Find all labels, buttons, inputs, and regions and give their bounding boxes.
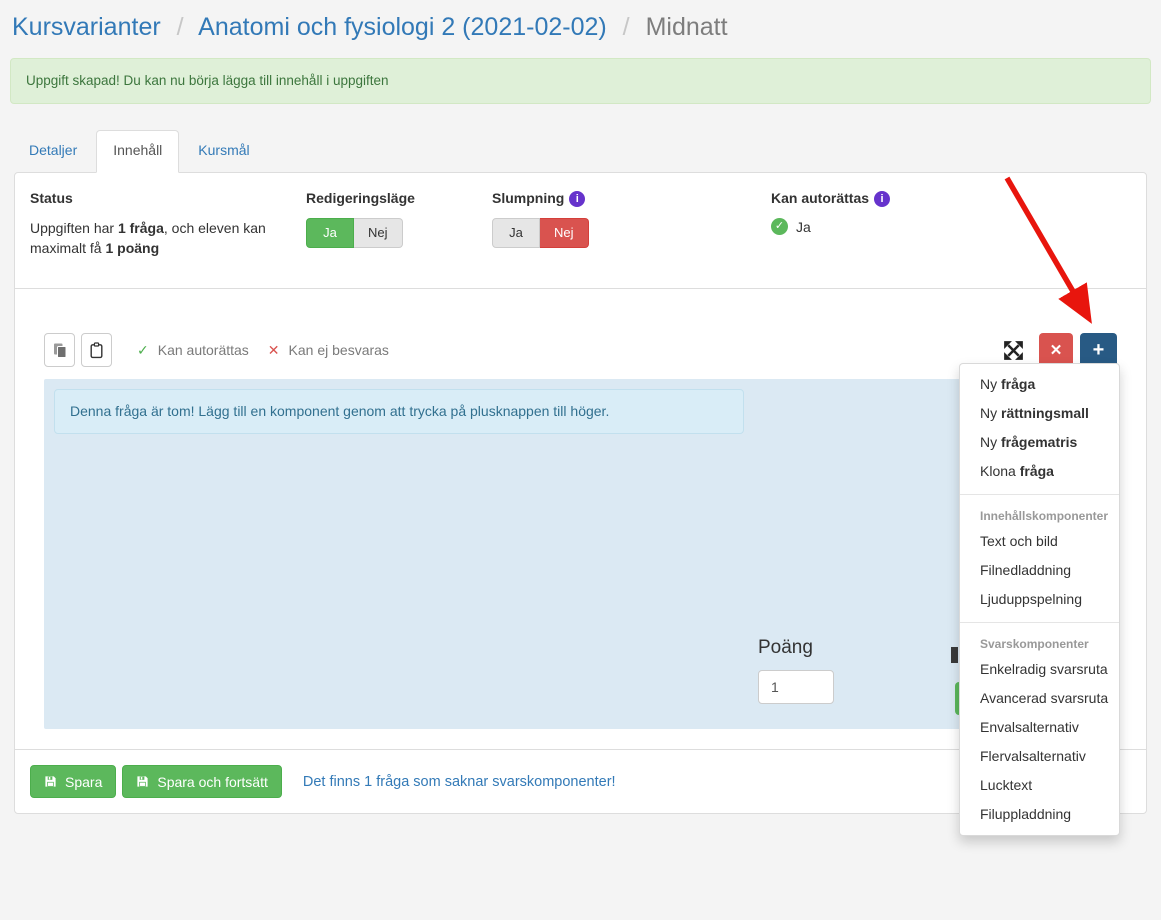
autocorrect-badge: ✓ Kan autorättas <box>137 342 249 359</box>
add-component-button[interactable]: + <box>1080 333 1117 367</box>
autocorrect-value-text: Ja <box>796 219 811 235</box>
editmode-toggle-no[interactable]: Nej <box>354 218 403 248</box>
tab-bar: Detaljer Innehåll Kursmål <box>12 130 1149 172</box>
breadcrumb-kursvarianter[interactable]: Kursvarianter <box>12 13 161 41</box>
toolbar-right: ✕ + <box>1001 333 1117 367</box>
autocorrect-heading-text: Kan autorättas <box>771 190 869 206</box>
menu-item-avancerad-svarsruta[interactable]: Avancerad svarsruta <box>960 684 1119 713</box>
menu-item-text: Ny <box>980 376 1001 392</box>
tab-kursmal[interactable]: Kursmål <box>181 130 266 172</box>
randomization-heading-text: Slumpning <box>492 190 564 206</box>
expand-button[interactable] <box>1001 338 1026 363</box>
menu-item-bold: fråga <box>1001 376 1035 392</box>
menu-divider <box>960 494 1119 495</box>
floppy-icon <box>44 775 57 788</box>
empty-question-region: Denna fråga är tom! Lägg till en kompone… <box>44 379 1117 729</box>
editmode-toggle: Ja Nej <box>306 218 403 248</box>
randomization-heading: Slumpning i <box>492 189 771 207</box>
paste-button[interactable] <box>81 333 112 367</box>
clipboard-icon <box>89 342 104 359</box>
menu-item-text: Klona <box>980 463 1020 479</box>
points-label: Poäng <box>758 637 834 659</box>
breadcrumb-separator: / <box>623 13 630 41</box>
menu-item-ny-fraga[interactable]: Ny fråga <box>960 370 1119 399</box>
status-question-count: 1 fråga <box>118 220 164 236</box>
randomization-toggle: Ja Nej <box>492 218 589 248</box>
x-icon: ✕ <box>268 342 280 359</box>
copy-button[interactable] <box>44 333 75 367</box>
menu-item-flervalsalternativ[interactable]: Flervalsalternativ <box>960 742 1119 771</box>
menu-item-filuppladdning[interactable]: Filuppladdning <box>960 800 1119 829</box>
info-icon[interactable]: i <box>874 191 890 207</box>
unanswerable-badge-label: Kan ej besvaras <box>289 342 389 358</box>
menu-header-innehallskomponenter: Innehållskomponenter <box>960 503 1119 527</box>
menu-item-text-och-bild[interactable]: Text och bild <box>960 527 1119 556</box>
delete-question-button[interactable]: ✕ <box>1039 333 1073 367</box>
autocorrect-badge-label: Kan autorättas <box>158 342 249 358</box>
breadcrumb-current-midnatt: Midnatt <box>646 13 728 41</box>
obscured-label-fragment <box>951 647 958 663</box>
randomization-toggle-yes[interactable]: Ja <box>492 218 540 248</box>
copy-icon <box>52 342 68 359</box>
check-icon: ✓ <box>137 342 149 359</box>
save-continue-button-label: Spara och fortsätt <box>157 774 268 790</box>
menu-item-filnedladdning[interactable]: Filnedladdning <box>960 556 1119 585</box>
floppy-icon <box>136 775 149 788</box>
autocorrect-heading: Kan autorättas i <box>771 189 1131 207</box>
empty-question-info-text: Denna fråga är tom! Lägg till en kompone… <box>70 403 609 419</box>
status-max-points: 1 poäng <box>105 240 159 256</box>
status-row: Status Uppgiften har 1 fråga, och eleven… <box>15 173 1146 289</box>
autocorrect-column: Kan autorättas i ✓ Ja <box>771 189 1131 288</box>
success-alert-text: Uppgift skapad! Du kan nu börja lägga ti… <box>26 73 389 88</box>
menu-divider <box>960 622 1119 623</box>
menu-item-ny-rattningsmall[interactable]: Ny rättningsmall <box>960 399 1119 428</box>
editmode-column: Redigeringsläge Ja Nej <box>306 189 492 288</box>
menu-item-bold: frågematris <box>1001 434 1077 450</box>
status-text-part: Uppgiften har <box>30 220 118 236</box>
editmode-heading: Redigeringsläge <box>306 189 492 207</box>
menu-item-enkelradig-svarsruta[interactable]: Enkelradig svarsruta <box>960 655 1119 684</box>
autocorrect-value: ✓ Ja <box>771 218 1131 235</box>
info-icon[interactable]: i <box>569 191 585 207</box>
save-button[interactable]: Spara <box>30 765 116 798</box>
save-continue-button[interactable]: Spara och fortsätt <box>122 765 282 798</box>
unanswerable-badge: ✕ Kan ej besvaras <box>268 342 389 359</box>
points-input[interactable] <box>758 670 834 704</box>
tab-innehall[interactable]: Innehåll <box>96 130 179 173</box>
menu-item-text: Ny <box>980 434 1001 450</box>
check-circle-icon: ✓ <box>771 218 788 235</box>
menu-item-ljuduppspelning[interactable]: Ljuduppspelning <box>960 585 1119 614</box>
status-column: Status Uppgiften har 1 fråga, och eleven… <box>30 189 306 288</box>
save-button-label: Spara <box>65 774 102 790</box>
menu-item-ny-fragematris[interactable]: Ny frågematris <box>960 428 1119 457</box>
missing-components-warning: Det finns 1 fråga som saknar svarskompon… <box>303 774 616 790</box>
menu-item-envalsalternativ[interactable]: Envalsalternativ <box>960 713 1119 742</box>
success-alert: Uppgift skapad! Du kan nu börja lägga ti… <box>10 58 1151 104</box>
points-block: Poäng <box>758 637 834 704</box>
menu-item-bold: fråga <box>1020 463 1054 479</box>
menu-item-bold: rättningsmall <box>1001 405 1089 421</box>
breadcrumb-separator: / <box>177 13 184 41</box>
status-heading: Status <box>30 189 306 207</box>
question-toolbar: ✓ Kan autorättas ✕ Kan ej besvaras <box>44 333 1117 367</box>
randomization-toggle-no[interactable]: Nej <box>540 218 589 248</box>
menu-item-text: Ny <box>980 405 1001 421</box>
tab-detaljer[interactable]: Detaljer <box>12 130 94 172</box>
randomization-column: Slumpning i Ja Nej <box>492 189 771 288</box>
editmode-toggle-yes[interactable]: Ja <box>306 218 354 248</box>
breadcrumb-course[interactable]: Anatomi och fysiologi 2 (2021-02-02) <box>198 13 607 41</box>
breadcrumb: Kursvarianter / Anatomi och fysiologi 2 … <box>0 0 1161 45</box>
add-component-dropdown: Ny fråga Ny rättningsmall Ny frågematris… <box>959 363 1120 836</box>
empty-question-info-box: Denna fråga är tom! Lägg till en kompone… <box>54 389 744 434</box>
expand-arrows-icon <box>1001 338 1026 363</box>
menu-item-lucktext[interactable]: Lucktext <box>960 771 1119 800</box>
menu-item-klona-fraga[interactable]: Klona fråga <box>960 457 1119 486</box>
menu-header-svarskomponenter: Svarskomponenter <box>960 631 1119 655</box>
status-text: Uppgiften har 1 fråga, och eleven kan ma… <box>30 218 275 258</box>
